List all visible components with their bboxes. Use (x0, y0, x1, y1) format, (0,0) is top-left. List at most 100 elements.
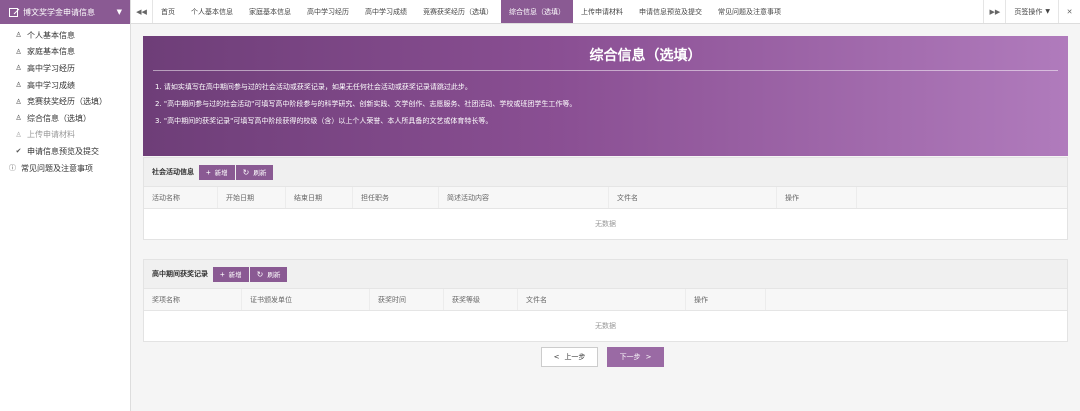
tab-competitions[interactable]: 竞赛获奖经历（选填） (415, 0, 501, 23)
edit-icon (9, 7, 18, 17)
next-step-button[interactable]: 下一步 > (607, 347, 664, 367)
tab-bar: ◀◀ 首页 个人基本信息 家庭基本信息 高中学习经历 高中学习成绩 竞赛获奖经历… (131, 0, 1080, 24)
tab-preview-submit[interactable]: 申请信息预览及提交 (631, 0, 710, 23)
column-header[interactable]: 文件名 (609, 187, 777, 208)
sidebar-item-label: 个人基本信息 (27, 30, 75, 40)
tab-personal-info[interactable]: 个人基本信息 (183, 0, 241, 23)
sidebar-item[interactable]: ♙ 上传申请材料 (0, 127, 130, 144)
banner-note: 1. 请如实填写在高中期间参与过的社会活动或获奖记录，如果无任何社会活动或获奖记… (155, 83, 472, 91)
panel-header: 社会活动信息 + 新增 ↻ 刷新 (144, 158, 1067, 186)
prev-button-label: 上一步 (564, 353, 586, 361)
close-all-icon[interactable]: ✕ (1058, 0, 1080, 23)
sidebar: 博文奖学金申请信息 ▼ ♙ 个人基本信息 ♙ 家庭基本信息 ♙ 高中学习经历 ♙ 高中学… (0, 0, 131, 411)
sidebar-item[interactable]: ♙ 竞赛获奖经历（选填） (0, 93, 130, 110)
plus-icon: + (206, 167, 211, 177)
sidebar-item[interactable]: ♙ 高中学习成绩 (0, 77, 130, 94)
add-award-button[interactable]: + 新增 (213, 266, 249, 282)
chevron-right-icon: > (645, 353, 652, 361)
question-circle-icon: ⓘ (9, 164, 16, 173)
tab-faq[interactable]: 常见问题及注意事项 (710, 0, 789, 23)
user-check-icon: ♙ (15, 97, 22, 106)
chevron-left-icon: < (553, 353, 560, 361)
tab-highschool-grades[interactable]: 高中学习成绩 (357, 0, 415, 23)
page-title: 综合信息（选填） (589, 48, 702, 64)
sidebar-item-label: 竞赛获奖经历（选填） (27, 97, 107, 107)
column-header[interactable]: 简述活动内容 (439, 187, 609, 208)
add-button-label: 新增 (214, 170, 228, 177)
sidebar-item[interactable]: ♙ 个人基本信息 (0, 27, 130, 44)
page-ops-dropdown[interactable]: 页签操作 ▼ (1005, 0, 1058, 23)
sidebar-item-label: 常见问题及注意事项 (21, 163, 93, 173)
column-header[interactable]: 奖项名称 (144, 289, 242, 310)
column-header[interactable]: 开始日期 (218, 187, 286, 208)
banner-note: 3. "高中期间的获奖记录"可填写高中阶段获得的校级（含）以上个人荣誉、本人所具… (155, 117, 493, 125)
sidebar-item-label: 家庭基本信息 (27, 47, 75, 57)
empty-message: 无数据 (595, 220, 616, 228)
next-button-label: 下一步 (619, 353, 641, 361)
column-header[interactable]: 文件名 (518, 289, 686, 310)
refresh-award-button[interactable]: ↻ 刷新 (249, 266, 288, 282)
tab-list: 首页 个人基本信息 家庭基本信息 高中学习经历 高中学习成绩 竞赛获奖经历（选填… (153, 0, 983, 23)
column-header: 操作 (686, 289, 766, 310)
plus-icon: + (220, 269, 225, 279)
user-check-icon: ♙ (15, 114, 22, 123)
empty-message: 无数据 (595, 322, 616, 330)
tab-home[interactable]: 首页 (153, 0, 183, 23)
chevron-down-icon: ▼ (116, 8, 122, 16)
sidebar-item[interactable]: ♙ 综合信息（选填） (0, 110, 130, 127)
sidebar-item[interactable]: ✔ 申请信息预览及提交 (0, 143, 130, 160)
step-navigation: < 上一步 下一步 > (541, 347, 664, 367)
page-ops-label: 页签操作 (1014, 7, 1043, 16)
column-header: 操作 (777, 187, 857, 208)
column-header[interactable]: 担任职务 (353, 187, 439, 208)
user-check-icon: ♙ (15, 31, 22, 40)
tab-upload-materials[interactable]: 上传申请材料 (573, 0, 631, 23)
sidebar-menu: ♙ 个人基本信息 ♙ 家庭基本信息 ♙ 高中学习经历 ♙ 高中学习成绩 ♙ 竞赛获奖经历（… (0, 24, 130, 176)
sidebar-title: 博文奖学金申请信息 (23, 7, 95, 17)
banner-note: 2. "高中期间参与过的社会活动"可填写高中阶段参与的科学研究、创新实践、文学创… (155, 100, 577, 108)
tab-scroll-left-icon[interactable]: ◀◀ (131, 0, 153, 23)
social-activity-panel: 社会活动信息 + 新增 ↻ 刷新 活动名称 开始日期 结束日期 担任职务 简述活动内… (143, 157, 1068, 240)
sidebar-item-label: 上传申请材料 (27, 130, 75, 140)
user-check-icon: ♙ (15, 81, 22, 90)
column-header[interactable]: 结束日期 (286, 187, 353, 208)
refresh-icon: ↻ (256, 269, 264, 279)
caret-down-icon: ▼ (1045, 8, 1050, 15)
column-header[interactable]: 活动名称 (144, 187, 218, 208)
info-banner: 综合信息（选填） 1. 请如实填写在高中期间参与过的社会活动或获奖记录，如果无任… (143, 36, 1068, 156)
sidebar-item[interactable]: ♙ 高中学习经历 (0, 60, 130, 77)
main-content: 综合信息（选填） 1. 请如实填写在高中期间参与过的社会活动或获奖记录，如果无任… (131, 24, 1080, 411)
panel-title: 社会活动信息 (152, 168, 194, 176)
panel-title: 高中期间获奖记录 (152, 270, 208, 278)
tab-family-info[interactable]: 家庭基本信息 (241, 0, 299, 23)
sidebar-item[interactable]: ♙ 家庭基本信息 (0, 44, 130, 61)
user-check-icon: ♙ (15, 64, 22, 73)
user-icon: ♙ (15, 130, 22, 139)
tab-highschool-history[interactable]: 高中学习经历 (299, 0, 357, 23)
sidebar-header[interactable]: 博文奖学金申请信息 ▼ (0, 0, 130, 24)
refresh-button-label: 刷新 (253, 170, 267, 177)
refresh-button-label: 刷新 (267, 272, 281, 279)
add-button-label: 新增 (228, 272, 242, 279)
check-icon: ✔ (15, 147, 22, 156)
sidebar-item-label: 综合信息（选填） (27, 113, 91, 123)
column-header[interactable]: 获奖时间 (370, 289, 444, 310)
sidebar-item-faq[interactable]: ⓘ 常见问题及注意事项 (0, 160, 130, 177)
tab-comprehensive-info[interactable]: 综合信息（选填） (501, 0, 573, 23)
banner-notes: 1. 请如实填写在高中期间参与过的社会活动或获奖记录，如果无任何社会活动或获奖记… (155, 81, 576, 132)
add-social-button[interactable]: + 新增 (199, 164, 235, 180)
refresh-social-button[interactable]: ↻ 刷新 (235, 164, 274, 180)
column-header[interactable]: 获奖等级 (444, 289, 518, 310)
table-header: 奖项名称 证书颁发单位 获奖时间 获奖等级 文件名 操作 (144, 288, 1067, 311)
awards-panel: 高中期间获奖记录 + 新增 ↻ 刷新 奖项名称 证书颁发单位 获奖时间 获奖等级 文… (143, 259, 1068, 342)
refresh-icon: ↻ (242, 167, 250, 177)
sidebar-item-label: 高中学习经历 (27, 63, 75, 73)
tab-scroll-right-icon[interactable]: ▶▶ (983, 0, 1005, 23)
table-header: 活动名称 开始日期 结束日期 担任职务 简述活动内容 文件名 操作 (144, 186, 1067, 209)
panel-header: 高中期间获奖记录 + 新增 ↻ 刷新 (144, 260, 1067, 288)
prev-step-button[interactable]: < 上一步 (541, 347, 598, 367)
sidebar-item-label: 申请信息预览及提交 (27, 146, 99, 156)
column-header[interactable]: 证书颁发单位 (242, 289, 370, 310)
user-check-icon: ♙ (15, 47, 22, 56)
sidebar-item-label: 高中学习成绩 (27, 80, 75, 90)
